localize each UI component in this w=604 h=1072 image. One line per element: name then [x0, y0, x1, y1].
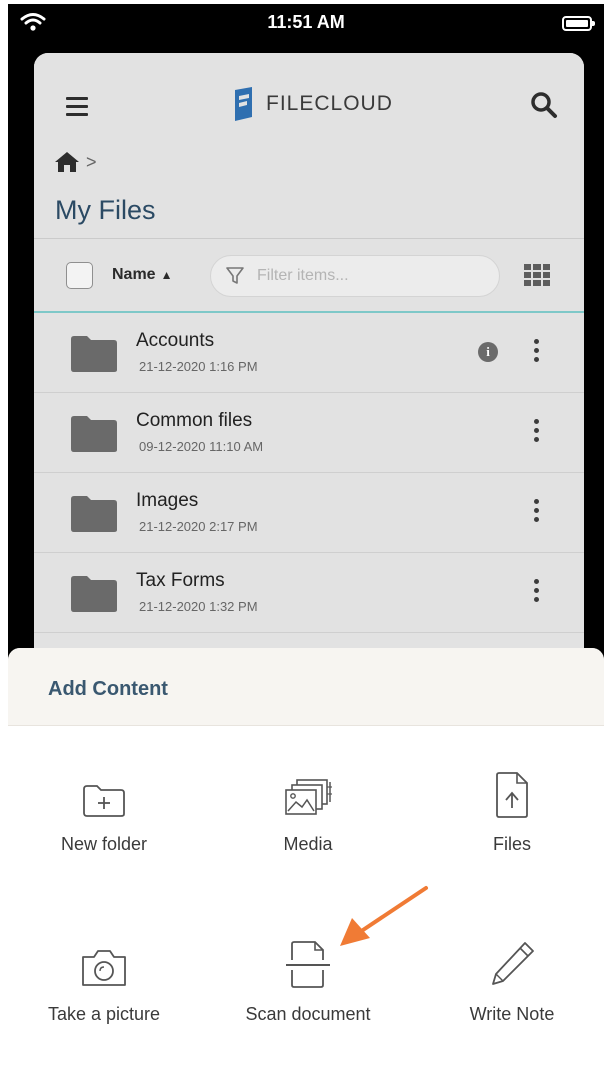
file-row[interactable]: Accounts 21-12-2020 1:16 PM i: [34, 313, 584, 393]
page-title: My Files: [55, 195, 156, 225]
media-button[interactable]: Media: [208, 770, 408, 855]
filter-icon: [226, 267, 244, 284]
file-upload-icon: [496, 772, 528, 818]
file-date: 21-12-2020 2:17 PM: [139, 519, 258, 534]
file-name: Accounts: [136, 330, 215, 351]
filecloud-logo: FILECLOUD: [230, 87, 393, 121]
media-icon: [285, 779, 332, 815]
breadcrumb-separator: >: [86, 151, 97, 172]
new-folder-button[interactable]: New folder: [8, 770, 204, 855]
file-name: Common files: [136, 410, 253, 431]
scan-icon: [286, 941, 330, 988]
breadcrumb: >: [54, 151, 97, 173]
more-options-icon[interactable]: [534, 579, 540, 606]
select-all-checkbox[interactable]: [66, 262, 93, 289]
folder-icon: [71, 416, 117, 452]
more-options-icon[interactable]: [534, 339, 540, 366]
file-date: 21-12-2020 1:16 PM: [139, 359, 258, 374]
status-time: 11:51 AM: [267, 12, 345, 32]
more-options-icon[interactable]: [534, 419, 540, 446]
sort-by-name-button[interactable]: Name ▲: [112, 266, 172, 284]
more-options-icon[interactable]: [534, 499, 540, 526]
file-name: Images: [136, 490, 199, 511]
device-screen: 11:51 AM FILECLOUD > My Files Name ▲ Fil…: [8, 4, 604, 1072]
action-label: Write Note: [469, 1004, 555, 1024]
home-icon[interactable]: [54, 151, 80, 173]
app-window: FILECLOUD > My Files Name ▲ Filter items…: [34, 53, 584, 693]
camera-icon: [82, 950, 126, 986]
search-icon[interactable]: [530, 91, 558, 119]
hamburger-menu-icon[interactable]: [66, 97, 88, 121]
action-label: Media: [283, 834, 333, 854]
sort-ascending-icon: ▲: [160, 268, 173, 282]
action-label: Scan document: [245, 1004, 371, 1024]
file-date: 21-12-2020 1:32 PM: [139, 599, 258, 614]
file-row[interactable]: Images 21-12-2020 2:17 PM: [34, 473, 584, 553]
filecloud-logo-icon: [235, 87, 252, 121]
folder-plus-icon: [83, 785, 125, 817]
action-label: Take a picture: [47, 1004, 161, 1024]
status-bar: 11:51 AM: [8, 4, 604, 48]
file-row[interactable]: Tax Forms 21-12-2020 1:32 PM: [34, 553, 584, 633]
pencil-icon: [492, 942, 534, 985]
sheet-title: Add Content: [48, 678, 168, 700]
files-button[interactable]: Files: [412, 770, 604, 855]
file-toolbar: Name ▲: [34, 239, 584, 313]
file-row[interactable]: Common files 09-12-2020 11:10 AM: [34, 393, 584, 473]
write-note-button[interactable]: Write Note: [412, 940, 604, 1025]
sort-label: Name: [112, 266, 156, 283]
filter-box[interactable]: [210, 255, 500, 297]
grid-view-icon[interactable]: [524, 264, 550, 286]
add-content-sheet: Add Content New folder Media Files Take …: [8, 648, 604, 1072]
app-header: FILECLOUD > My Files: [34, 53, 584, 239]
sheet-header: Add Content: [8, 648, 604, 726]
filter-input[interactable]: [257, 256, 487, 296]
take-picture-button[interactable]: Take a picture: [8, 940, 204, 1025]
battery-icon: [562, 16, 595, 31]
file-name: Tax Forms: [136, 570, 225, 591]
folder-icon: [71, 336, 117, 372]
file-date: 09-12-2020 11:10 AM: [139, 439, 264, 454]
logo-text: FILECLOUD: [266, 92, 393, 115]
info-icon[interactable]: i: [478, 342, 498, 362]
annotation-arrow-icon: [340, 886, 428, 946]
folder-icon: [71, 576, 117, 612]
action-label: New folder: [60, 834, 148, 854]
folder-icon: [71, 496, 117, 532]
action-label: Files: [492, 834, 531, 854]
